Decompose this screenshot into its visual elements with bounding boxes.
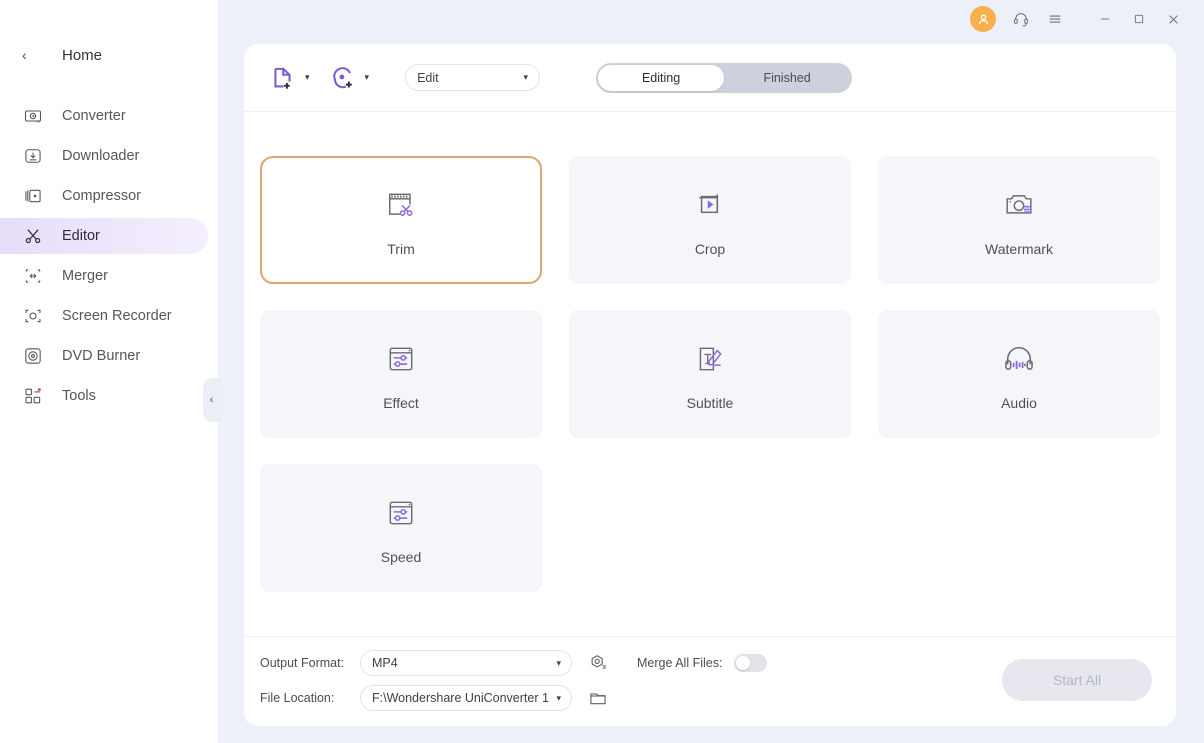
sidebar-item-tools[interactable]: Tools [0,378,208,414]
sidebar-item-compressor[interactable]: Compressor [0,178,208,214]
window-titlebar [218,0,1204,38]
card-trim[interactable]: Trim [260,156,542,284]
add-dvd-caret-icon[interactable]: ▾ [365,73,370,82]
home-back-row[interactable]: ‹ Home [0,38,218,72]
application-window: ‹ Home Converter Downloader Compressor E… [0,0,1204,743]
tab-editing[interactable]: Editing [598,64,725,91]
sidebar-item-label: DVD Burner [62,348,141,364]
merge-all-files-label: Merge All Files: [637,656,723,670]
card-watermark[interactable]: Watermark [878,156,1160,284]
effect-sliders-icon [379,337,423,381]
card-label: Audio [1001,395,1037,411]
editor-tools-grid: Trim Crop Watermark Effect Subtitle Audi… [260,156,1160,592]
edit-mode-value: Edit [417,70,439,85]
sidebar-item-label: Converter [62,108,126,124]
audio-headphone-icon [997,337,1041,381]
speed-sliders-icon [379,491,423,535]
compressor-icon [22,185,44,207]
add-file-icon [268,63,298,93]
card-subtitle[interactable]: Subtitle [569,310,851,438]
sidebar-item-downloader[interactable]: Downloader [0,138,208,174]
sidebar-item-merger[interactable]: Merger [0,258,208,294]
add-files-button[interactable]: ▾ [268,63,310,93]
crop-frame-icon [688,183,732,227]
trim-scissors-icon [379,183,423,227]
home-label: Home [62,46,103,64]
file-location-label: File Location: [260,691,335,705]
merger-icon [22,265,44,287]
sidebar-item-converter[interactable]: Converter [0,98,208,134]
start-all-button[interactable]: Start All [1002,659,1152,701]
add-disc-icon [328,63,358,93]
card-label: Watermark [985,241,1053,257]
card-crop[interactable]: Crop [569,156,851,284]
file-location-row: File Location: F:\Wondershare UniConvert… [260,685,611,711]
dvd-burner-icon [22,345,44,367]
add-files-caret-icon[interactable]: ▾ [305,73,310,82]
card-label: Effect [383,395,419,411]
tab-finished[interactable]: Finished [724,65,850,91]
card-label: Trim [387,241,415,257]
edit-mode-select[interactable]: Edit ▾ [405,64,541,91]
output-format-value: MP4 [372,656,398,670]
sidebar-item-screen-recorder[interactable]: Screen Recorder [0,298,208,334]
tools-icon [22,385,44,407]
collapse-chevron-icon: ‹ [209,393,214,406]
sidebar: ‹ Home Converter Downloader Compressor E… [0,0,218,743]
sidebar-item-label: Downloader [62,148,140,164]
output-settings-icon[interactable] [585,650,611,676]
subtitle-text-icon [688,337,732,381]
card-effect[interactable]: Effect [260,310,542,438]
sidebar-item-label: Editor [62,228,100,244]
card-label: Crop [694,241,726,257]
hamburger-menu-icon[interactable] [1038,4,1072,34]
output-format-row: Output Format: MP4 ▾ Merge All Files: [260,650,768,676]
sidebar-item-label: Screen Recorder [62,308,172,324]
folder-open-icon[interactable] [585,685,611,711]
output-format-label: Output Format: [260,656,345,670]
toggle-knob [736,656,751,670]
add-dvd-button[interactable]: ▾ [328,63,370,93]
sidebar-item-label: Tools [62,388,96,404]
maximize-icon[interactable] [1122,4,1156,34]
sidebar-collapse-handle[interactable]: ‹ [203,378,220,422]
output-format-select[interactable]: MP4 ▾ [360,650,572,676]
sidebar-item-dvd-burner[interactable]: DVD Burner [0,338,208,374]
file-location-value: F:\Wondershare UniConverter 1 [372,691,549,705]
card-label: Speed [380,549,422,565]
chevron-down-icon[interactable]: ▾ [524,72,529,83]
merge-all-files-toggle[interactable] [734,654,768,672]
watermark-camera-icon [997,183,1041,227]
screen-recorder-icon [22,305,44,327]
editor-panel: ▾ ▾ Edit ▾ Editing Finished Trim Crop Wa… [244,44,1176,726]
card-speed[interactable]: Speed [260,464,542,592]
headset-support-icon[interactable] [1004,4,1038,34]
status-segmented-control: Editing Finished [596,62,853,93]
chevron-down-icon[interactable]: ▾ [553,692,561,704]
editor-toolbar: ▾ ▾ Edit ▾ Editing Finished [244,44,1176,112]
file-location-select[interactable]: F:\Wondershare UniConverter 1 ▾ [360,685,572,711]
sidebar-item-label: Compressor [62,188,141,204]
chevron-down-icon[interactable]: ▾ [553,657,561,669]
downloader-icon [22,145,44,167]
card-label: Subtitle [686,395,734,411]
editor-scissors-icon [22,225,44,247]
content-shell: ▾ ▾ Edit ▾ Editing Finished Trim Crop Wa… [218,0,1204,743]
user-avatar-icon[interactable] [970,6,996,32]
back-chevron-icon[interactable]: ‹ [22,48,36,62]
minimize-icon[interactable] [1088,4,1122,34]
sidebar-item-editor[interactable]: Editor [0,218,208,254]
card-audio[interactable]: Audio [878,310,1160,438]
output-settings-bar: Output Format: MP4 ▾ Merge All Files: Fi… [244,636,1176,726]
close-icon[interactable] [1156,4,1190,34]
sidebar-item-label: Merger [62,268,108,284]
converter-icon [22,105,44,127]
